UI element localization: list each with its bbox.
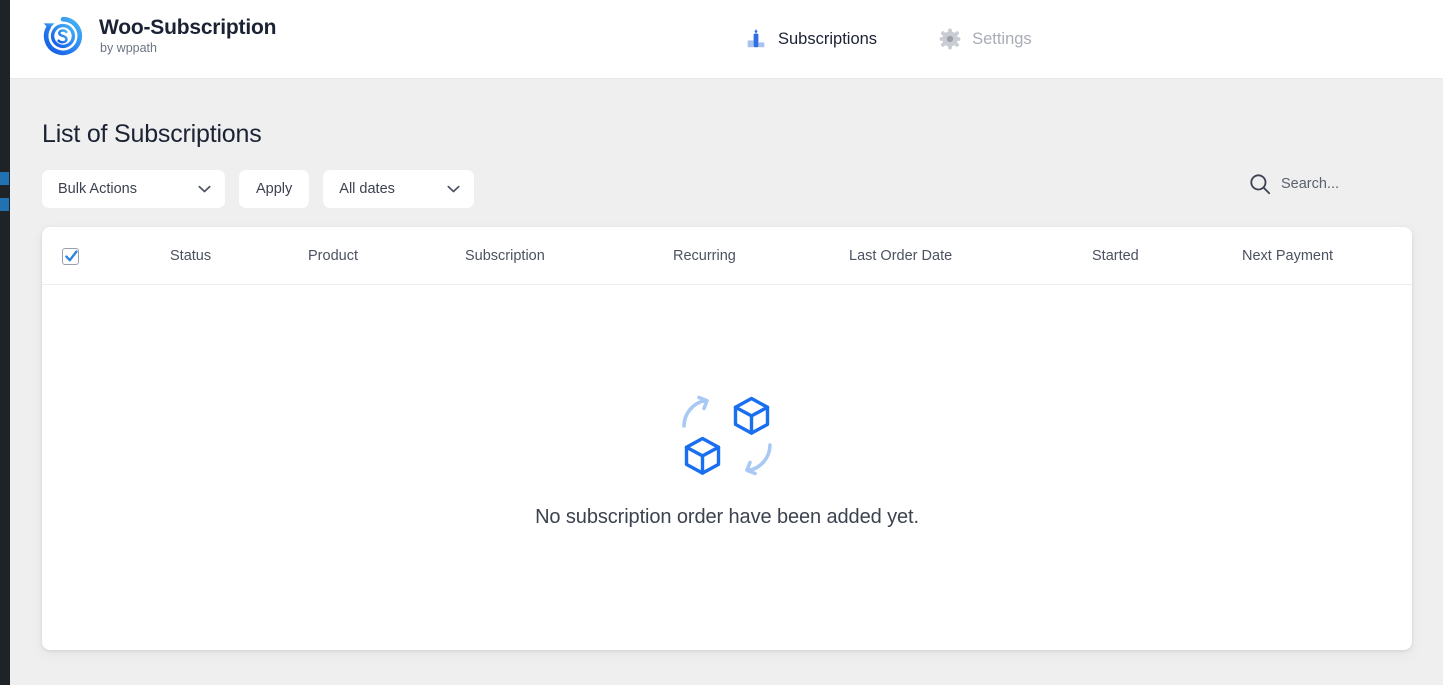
brand-subtitle: by wppath bbox=[100, 40, 157, 55]
apply-button-label: Apply bbox=[256, 181, 293, 197]
search-field[interactable]: Search... bbox=[1249, 173, 1339, 195]
table-header-status[interactable]: Status bbox=[170, 227, 211, 285]
chevron-down-icon bbox=[198, 181, 211, 197]
wp-admin-menu-highlight[interactable] bbox=[0, 198, 9, 211]
table-header-select-all bbox=[62, 227, 79, 285]
admin-page: Woo-Subscription by wppath Subscriptions bbox=[0, 0, 1443, 685]
subscriptions-table-card: Status Product Subscription Recurring La… bbox=[42, 227, 1412, 650]
person-podium-icon bbox=[745, 28, 767, 50]
nav-label-settings: Settings bbox=[972, 29, 1032, 48]
apply-button[interactable]: Apply bbox=[239, 170, 310, 208]
chevron-down-icon bbox=[447, 181, 460, 197]
nav-label-subscriptions: Subscriptions bbox=[778, 29, 878, 48]
empty-state-message: No subscription order have been added ye… bbox=[535, 506, 919, 528]
date-filter-select[interactable]: All dates bbox=[323, 170, 475, 208]
table-header-recurring[interactable]: Recurring bbox=[673, 227, 736, 285]
table-toolbar: Bulk Actions Apply All dates bbox=[42, 170, 475, 208]
select-all-checkbox[interactable] bbox=[62, 247, 79, 265]
dollar-refresh-circle-icon bbox=[40, 13, 86, 59]
table-header-row: Status Product Subscription Recurring La… bbox=[42, 227, 1412, 285]
gear-icon bbox=[939, 28, 961, 50]
date-filter-value: All dates bbox=[339, 181, 395, 197]
brand: Woo-Subscription by wppath bbox=[40, 13, 276, 59]
brand-title: Woo-Subscription bbox=[99, 15, 277, 39]
sync-boxes-icon bbox=[675, 388, 779, 484]
nav-item-settings[interactable]: Settings bbox=[939, 20, 1032, 58]
app-header: Woo-Subscription by wppath Subscriptions bbox=[10, 0, 1443, 79]
bulk-actions-select[interactable]: Bulk Actions bbox=[42, 170, 225, 208]
page-body: List of Subscriptions Bulk Actions Apply… bbox=[10, 79, 1443, 685]
top-navigation: Subscriptions Settings bbox=[745, 20, 1032, 58]
bulk-actions-value: Bulk Actions bbox=[58, 181, 137, 197]
page-title: List of Subscriptions bbox=[42, 120, 262, 148]
table-header-product[interactable]: Product bbox=[308, 227, 358, 285]
table-header-started[interactable]: Started bbox=[1092, 227, 1139, 285]
empty-state: No subscription order have been added ye… bbox=[42, 285, 1412, 650]
wp-admin-sidebar-rail[interactable] bbox=[0, 0, 10, 685]
search-placeholder: Search... bbox=[1280, 176, 1339, 192]
table-header-next-payment[interactable]: Next Payment bbox=[1242, 227, 1333, 285]
wp-admin-menu-highlight[interactable] bbox=[0, 172, 9, 185]
table-header-last-order-date[interactable]: Last Order Date bbox=[849, 227, 952, 285]
search-icon bbox=[1249, 173, 1271, 195]
nav-item-subscriptions[interactable]: Subscriptions bbox=[745, 20, 877, 58]
table-header-subscription[interactable]: Subscription bbox=[465, 227, 545, 285]
